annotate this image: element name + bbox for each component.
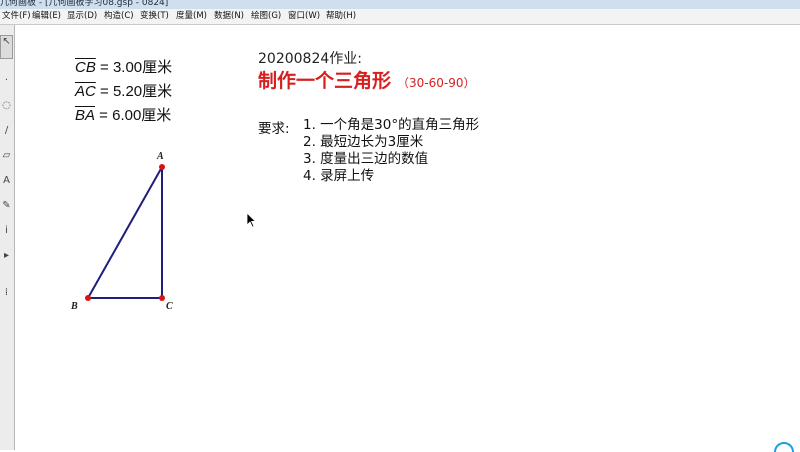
menu-file[interactable]: 文件(F) <box>2 11 31 22</box>
menu-transform[interactable]: 变换(T) <box>140 11 169 22</box>
menu-data[interactable]: 数据(N) <box>214 11 244 22</box>
arrow-tool-icon[interactable]: ↖ <box>0 35 13 59</box>
menu-graph[interactable]: 绘图(G) <box>251 11 281 22</box>
menu-display[interactable]: 显示(D) <box>67 11 97 22</box>
menu-bar: 文件(F) 编辑(E) 显示(D) 构造(C) 变换(T) 度量(M) 数据(N… <box>0 9 800 25</box>
segment-name: BA <box>75 107 96 124</box>
requirement-item[interactable]: 4. 录屏上传 <box>303 168 374 185</box>
measurement-value: = 3.00厘米 <box>95 59 173 76</box>
homework-date[interactable]: 20200824作业: <box>258 48 362 68</box>
heading-note: （30-60-90） <box>397 76 476 90</box>
text-tool-icon[interactable]: A <box>0 175 13 187</box>
requirement-item[interactable]: 1. 一个角是30°的直角三角形 <box>303 117 479 134</box>
point-tool-icon[interactable]: · <box>0 75 13 87</box>
info-tool-icon[interactable]: i <box>0 225 13 237</box>
custom-tool-icon[interactable]: ▸ <box>0 250 13 262</box>
measurement-ac[interactable]: AC = 5.20厘米 <box>75 80 172 101</box>
measurement-ba[interactable]: BA = 6.00厘米 <box>75 104 171 125</box>
compass-tool-icon[interactable]: ◌ <box>0 100 13 112</box>
recording-indicator-icon <box>774 442 794 452</box>
segment-name: CB <box>75 59 96 76</box>
requirements-label[interactable]: 要求: <box>258 117 290 137</box>
line-tool-icon[interactable]: / <box>0 125 13 137</box>
measurement-value: = 5.20厘米 <box>95 83 173 100</box>
menu-help[interactable]: 帮助(H) <box>326 11 356 22</box>
menu-window[interactable]: 窗口(W) <box>288 11 320 22</box>
mouse-cursor-icon <box>246 212 257 228</box>
marker-tool-icon[interactable]: ✎ <box>0 200 13 212</box>
menu-construct[interactable]: 构造(C) <box>104 11 134 22</box>
heading-text: 制作一个三角形 <box>258 70 392 92</box>
measurement-value: = 6.00厘米 <box>95 107 172 124</box>
menu-measure[interactable]: 度量(M) <box>176 11 207 22</box>
requirement-item[interactable]: 3. 度量出三边的数值 <box>303 151 428 168</box>
toolbox: ↖ · ◌ / ▱ A ✎ i ▸ ⁞ <box>0 25 15 450</box>
requirement-item[interactable]: 2. 最短边长为3厘米 <box>303 134 423 151</box>
measurement-cb[interactable]: CB = 3.00厘米 <box>75 56 172 77</box>
segment-name: AC <box>75 83 96 100</box>
menu-edit[interactable]: 编辑(E) <box>32 11 61 22</box>
window-title: 几何画板 - [几何画板学习08.gsp - 0824] <box>0 0 169 8</box>
tool-extra-icon[interactable]: ⁞ <box>0 287 13 299</box>
polygon-tool-icon[interactable]: ▱ <box>0 150 13 162</box>
homework-heading[interactable]: 制作一个三角形 （30-60-90） <box>258 66 476 93</box>
